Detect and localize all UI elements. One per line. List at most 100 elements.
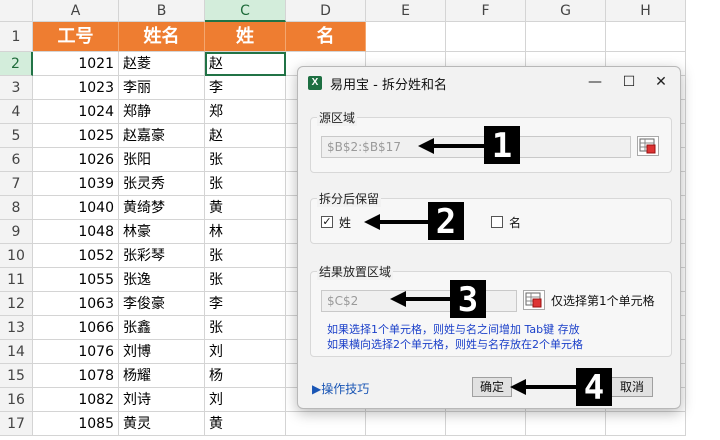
- split-name-dialog: X 易用宝 - 拆分姓和名 — ☐ ✕ 源区域 $B$2:$B$17 拆分后保留…: [297, 66, 681, 409]
- header-cell[interactable]: 工号: [33, 22, 119, 52]
- surname-cell[interactable]: 黄: [205, 196, 286, 220]
- row-header[interactable]: 7: [0, 172, 33, 196]
- id-cell[interactable]: 1085: [33, 412, 119, 436]
- name-cell[interactable]: 张彩琴: [119, 244, 205, 268]
- surname-cell[interactable]: 林: [205, 220, 286, 244]
- surname-checkbox[interactable]: ✓: [321, 216, 333, 228]
- empty-cell[interactable]: [526, 412, 606, 436]
- row-header[interactable]: 12: [0, 292, 33, 316]
- select-all-corner[interactable]: [0, 0, 33, 22]
- header-cell[interactable]: 名: [286, 22, 366, 52]
- id-cell[interactable]: 1023: [33, 76, 119, 100]
- row-header[interactable]: 3: [0, 76, 33, 100]
- id-cell[interactable]: 1026: [33, 148, 119, 172]
- surname-cell[interactable]: 张: [205, 244, 286, 268]
- id-cell[interactable]: 1040: [33, 196, 119, 220]
- given-name-checkbox[interactable]: [491, 216, 503, 228]
- surname-cell[interactable]: 赵: [205, 52, 286, 76]
- id-cell[interactable]: 1025: [33, 124, 119, 148]
- empty-cell[interactable]: [366, 412, 446, 436]
- row-header[interactable]: 16: [0, 388, 33, 412]
- source-range-picker-button[interactable]: [637, 136, 659, 156]
- column-header[interactable]: C: [205, 0, 286, 22]
- row-header[interactable]: 15: [0, 364, 33, 388]
- surname-cell[interactable]: 张: [205, 172, 286, 196]
- empty-cell[interactable]: [286, 412, 366, 436]
- row-header[interactable]: 5: [0, 124, 33, 148]
- row-header[interactable]: 13: [0, 316, 33, 340]
- row-header[interactable]: 9: [0, 220, 33, 244]
- minimize-button[interactable]: —: [582, 71, 608, 93]
- empty-cell[interactable]: [606, 22, 686, 52]
- name-cell[interactable]: 张灵秀: [119, 172, 205, 196]
- row-header[interactable]: 17: [0, 412, 33, 436]
- empty-cell[interactable]: [446, 412, 526, 436]
- id-cell[interactable]: 1024: [33, 100, 119, 124]
- name-cell[interactable]: 刘诗: [119, 388, 205, 412]
- column-header[interactable]: E: [366, 0, 446, 22]
- name-cell[interactable]: 郑静: [119, 100, 205, 124]
- row-header[interactable]: 4: [0, 100, 33, 124]
- name-cell[interactable]: 黄绮梦: [119, 196, 205, 220]
- surname-cell[interactable]: 刘: [205, 340, 286, 364]
- id-cell[interactable]: 1021: [33, 52, 119, 76]
- name-cell[interactable]: 黄灵: [119, 412, 205, 436]
- name-cell[interactable]: 赵菱: [119, 52, 205, 76]
- row-header[interactable]: 14: [0, 340, 33, 364]
- row-header[interactable]: 11: [0, 268, 33, 292]
- empty-cell[interactable]: [526, 22, 606, 52]
- column-header[interactable]: B: [119, 0, 205, 22]
- name-cell[interactable]: 赵嘉豪: [119, 124, 205, 148]
- id-cell[interactable]: 1082: [33, 388, 119, 412]
- maximize-button[interactable]: ☐: [616, 71, 642, 93]
- ok-button[interactable]: 确定: [472, 377, 512, 397]
- surname-checkbox-label: 姓: [339, 216, 352, 230]
- column-header[interactable]: G: [526, 0, 606, 22]
- name-cell[interactable]: 刘博: [119, 340, 205, 364]
- header-cell[interactable]: 姓: [205, 22, 286, 52]
- surname-cell[interactable]: 张: [205, 268, 286, 292]
- name-cell[interactable]: 林豪: [119, 220, 205, 244]
- empty-cell[interactable]: [606, 412, 686, 436]
- cancel-button[interactable]: 取消: [611, 377, 653, 397]
- row-header[interactable]: 1: [0, 22, 33, 52]
- surname-cell[interactable]: 黄: [205, 412, 286, 436]
- surname-cell[interactable]: 张: [205, 316, 286, 340]
- header-cell[interactable]: 姓名: [119, 22, 205, 52]
- id-cell[interactable]: 1039: [33, 172, 119, 196]
- column-header[interactable]: F: [446, 0, 526, 22]
- empty-cell[interactable]: [366, 22, 446, 52]
- column-header[interactable]: H: [606, 0, 686, 22]
- tips-link[interactable]: ▶操作技巧: [312, 380, 369, 397]
- column-header[interactable]: A: [33, 0, 119, 22]
- row-header[interactable]: 8: [0, 196, 33, 220]
- row-header[interactable]: 6: [0, 148, 33, 172]
- name-cell[interactable]: 李俊豪: [119, 292, 205, 316]
- surname-cell[interactable]: 刘: [205, 388, 286, 412]
- name-cell[interactable]: 张阳: [119, 148, 205, 172]
- surname-cell[interactable]: 郑: [205, 100, 286, 124]
- id-cell[interactable]: 1063: [33, 292, 119, 316]
- surname-cell[interactable]: 赵: [205, 124, 286, 148]
- result-hint: 仅选择第1个单元格: [551, 294, 655, 308]
- row-header[interactable]: 10: [0, 244, 33, 268]
- id-cell[interactable]: 1078: [33, 364, 119, 388]
- result-range-picker-button[interactable]: [523, 290, 545, 310]
- surname-cell[interactable]: 杨: [205, 364, 286, 388]
- id-cell[interactable]: 1076: [33, 340, 119, 364]
- id-cell[interactable]: 1055: [33, 268, 119, 292]
- empty-cell[interactable]: [446, 22, 526, 52]
- name-cell[interactable]: 杨耀: [119, 364, 205, 388]
- row-header[interactable]: 2: [0, 52, 33, 76]
- column-header[interactable]: D: [286, 0, 366, 22]
- name-cell[interactable]: 张鑫: [119, 316, 205, 340]
- id-cell[interactable]: 1066: [33, 316, 119, 340]
- close-button[interactable]: ✕: [648, 71, 674, 93]
- surname-cell[interactable]: 李: [205, 76, 286, 100]
- name-cell[interactable]: 李丽: [119, 76, 205, 100]
- surname-cell[interactable]: 张: [205, 148, 286, 172]
- surname-cell[interactable]: 李: [205, 292, 286, 316]
- name-cell[interactable]: 张逸: [119, 268, 205, 292]
- id-cell[interactable]: 1048: [33, 220, 119, 244]
- id-cell[interactable]: 1052: [33, 244, 119, 268]
